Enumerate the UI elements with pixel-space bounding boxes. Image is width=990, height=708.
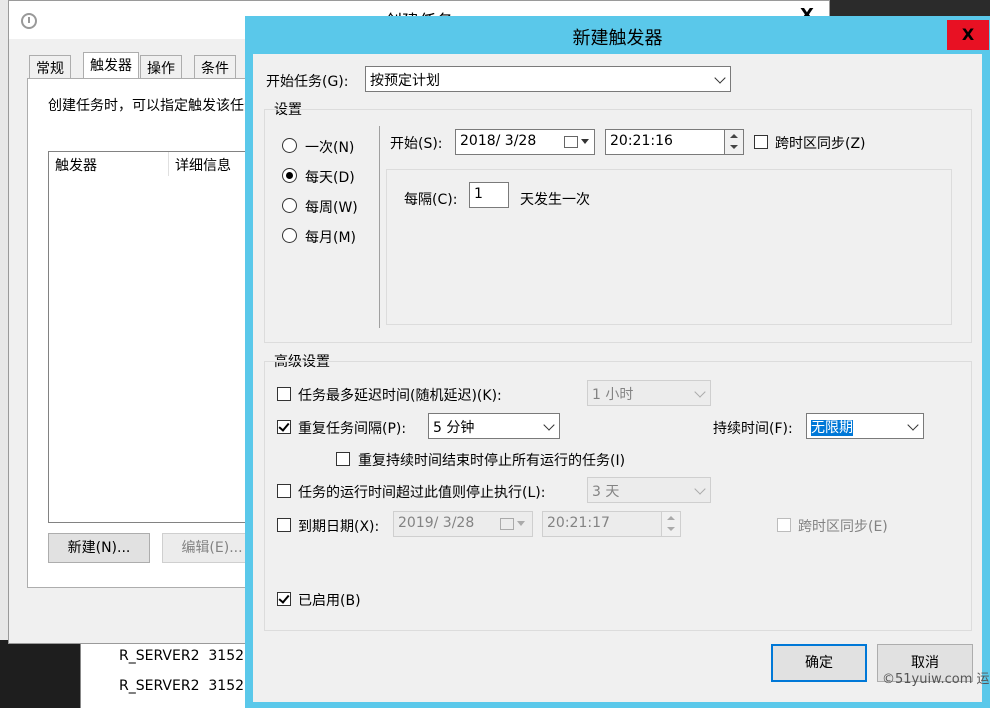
calendar-icon (564, 136, 578, 148)
stop-if-combo[interactable]: 3 天 (587, 477, 711, 503)
chevron-down-icon (694, 386, 706, 398)
delay-label[interactable]: 任务最多延迟时间(随机延迟)(K): (298, 385, 502, 405)
sync-timezone-checkbox[interactable] (754, 135, 768, 149)
ok-button[interactable]: 确定 (771, 644, 867, 682)
start-date-value: 2018/ 3/28 (460, 133, 537, 149)
expire-time-spinner[interactable] (661, 511, 681, 537)
background-list: R_SERVER2 3152 R_SERVER2 3152 (80, 640, 250, 708)
radio-weekly[interactable] (282, 198, 297, 213)
stop-at-end-label[interactable]: 重复持续时间结束时停止所有运行的任务(I) (358, 450, 625, 470)
watermark: ©51yuiw.com 运维网 (882, 672, 990, 687)
expire-sync-checkbox[interactable] (777, 518, 791, 532)
tab-general[interactable]: 常规 (29, 55, 71, 79)
repeat-value: 5 分钟 (433, 420, 475, 436)
start-time-field[interactable]: 20:21:16 (605, 129, 725, 155)
chevron-down-icon (907, 419, 919, 431)
spin-up-icon (667, 516, 675, 520)
stop-at-end-checkbox[interactable] (336, 452, 350, 466)
repeat-combo[interactable]: 5 分钟 (428, 413, 560, 439)
start-date-picker[interactable]: 2018/ 3/28 (455, 129, 595, 155)
spin-down-icon (667, 527, 675, 531)
stop-if-label[interactable]: 任务的运行时间超过此值则停止执行(L): (298, 482, 545, 502)
recur-label: 每隔(C): (404, 192, 458, 208)
begin-task-value: 按预定计划 (370, 73, 440, 89)
calendar-icon (500, 518, 514, 530)
stop-if-value: 3 天 (592, 484, 620, 500)
repeat-checkbox[interactable] (277, 420, 291, 434)
chevron-down-icon (581, 139, 589, 144)
new-trigger-button[interactable]: 新建(N)... (48, 533, 150, 563)
dialog-title: 新建触发器 (572, 28, 663, 49)
enabled-label[interactable]: 已启用(B) (298, 590, 361, 610)
delay-combo[interactable]: 1 小时 (587, 380, 711, 406)
radio-weekly-label[interactable]: 每周(W) (305, 197, 358, 217)
new-trigger-dialog: 新建触发器 X 开始任务(G): 按预定计划 设置 一次(N) 每天(D) 每周… (245, 16, 990, 708)
expire-sync-label[interactable]: 跨时区同步(E) (798, 516, 888, 536)
background-row: R_SERVER2 3152 (119, 648, 245, 664)
spin-up-icon (730, 134, 738, 138)
radio-daily[interactable] (282, 168, 297, 183)
enabled-checkbox[interactable] (277, 592, 291, 606)
radio-once-label[interactable]: 一次(N) (305, 137, 354, 157)
column-header-trigger[interactable]: 触发器 (49, 152, 169, 176)
dialog-close-button[interactable]: X (947, 20, 989, 50)
chevron-down-icon (694, 483, 706, 495)
dialog-body: 开始任务(G): 按预定计划 设置 一次(N) 每天(D) 每周(W) 每月(M… (253, 54, 982, 702)
start-time-spinner[interactable] (724, 129, 744, 155)
tab-conditions[interactable]: 条件 (194, 55, 236, 79)
radio-once[interactable] (282, 138, 297, 153)
begin-task-combo[interactable]: 按预定计划 (365, 66, 731, 92)
background-row: R_SERVER2 3152 (119, 678, 245, 694)
chevron-down-icon (543, 419, 555, 431)
radio-monthly[interactable] (282, 228, 297, 243)
expire-label[interactable]: 到期日期(X): (298, 516, 379, 536)
delay-checkbox[interactable] (277, 387, 291, 401)
duration-value: 无限期 (811, 420, 853, 436)
stop-if-checkbox[interactable] (277, 484, 291, 498)
recur-suffix: 天发生一次 (520, 192, 590, 208)
begin-task-label: 开始任务(G): (266, 74, 349, 90)
settings-divider (379, 126, 380, 328)
chevron-down-icon (714, 72, 726, 84)
sync-timezone-label[interactable]: 跨时区同步(Z) (775, 133, 866, 153)
expire-checkbox[interactable] (277, 518, 291, 532)
radio-monthly-label[interactable]: 每月(M) (305, 227, 356, 247)
tab-actions[interactable]: 操作 (140, 55, 182, 79)
expire-date-value: 2019/ 3/28 (398, 515, 475, 531)
chevron-down-icon (517, 521, 525, 526)
expire-time-field[interactable]: 20:21:17 (542, 511, 662, 537)
tab-triggers[interactable]: 触发器 (83, 52, 139, 80)
background-strip (0, 0, 8, 640)
repeat-label[interactable]: 重复任务间隔(P): (298, 418, 406, 438)
spin-down-icon (730, 145, 738, 149)
recur-days-field[interactable]: 1 (469, 182, 509, 208)
duration-label: 持续时间(F): (713, 421, 793, 437)
delay-value: 1 小时 (592, 387, 634, 403)
start-label: 开始(S): (390, 136, 443, 152)
radio-daily-label[interactable]: 每天(D) (305, 167, 355, 187)
duration-combo[interactable]: 无限期 (806, 413, 924, 439)
expire-date-picker[interactable]: 2019/ 3/28 (393, 511, 533, 537)
